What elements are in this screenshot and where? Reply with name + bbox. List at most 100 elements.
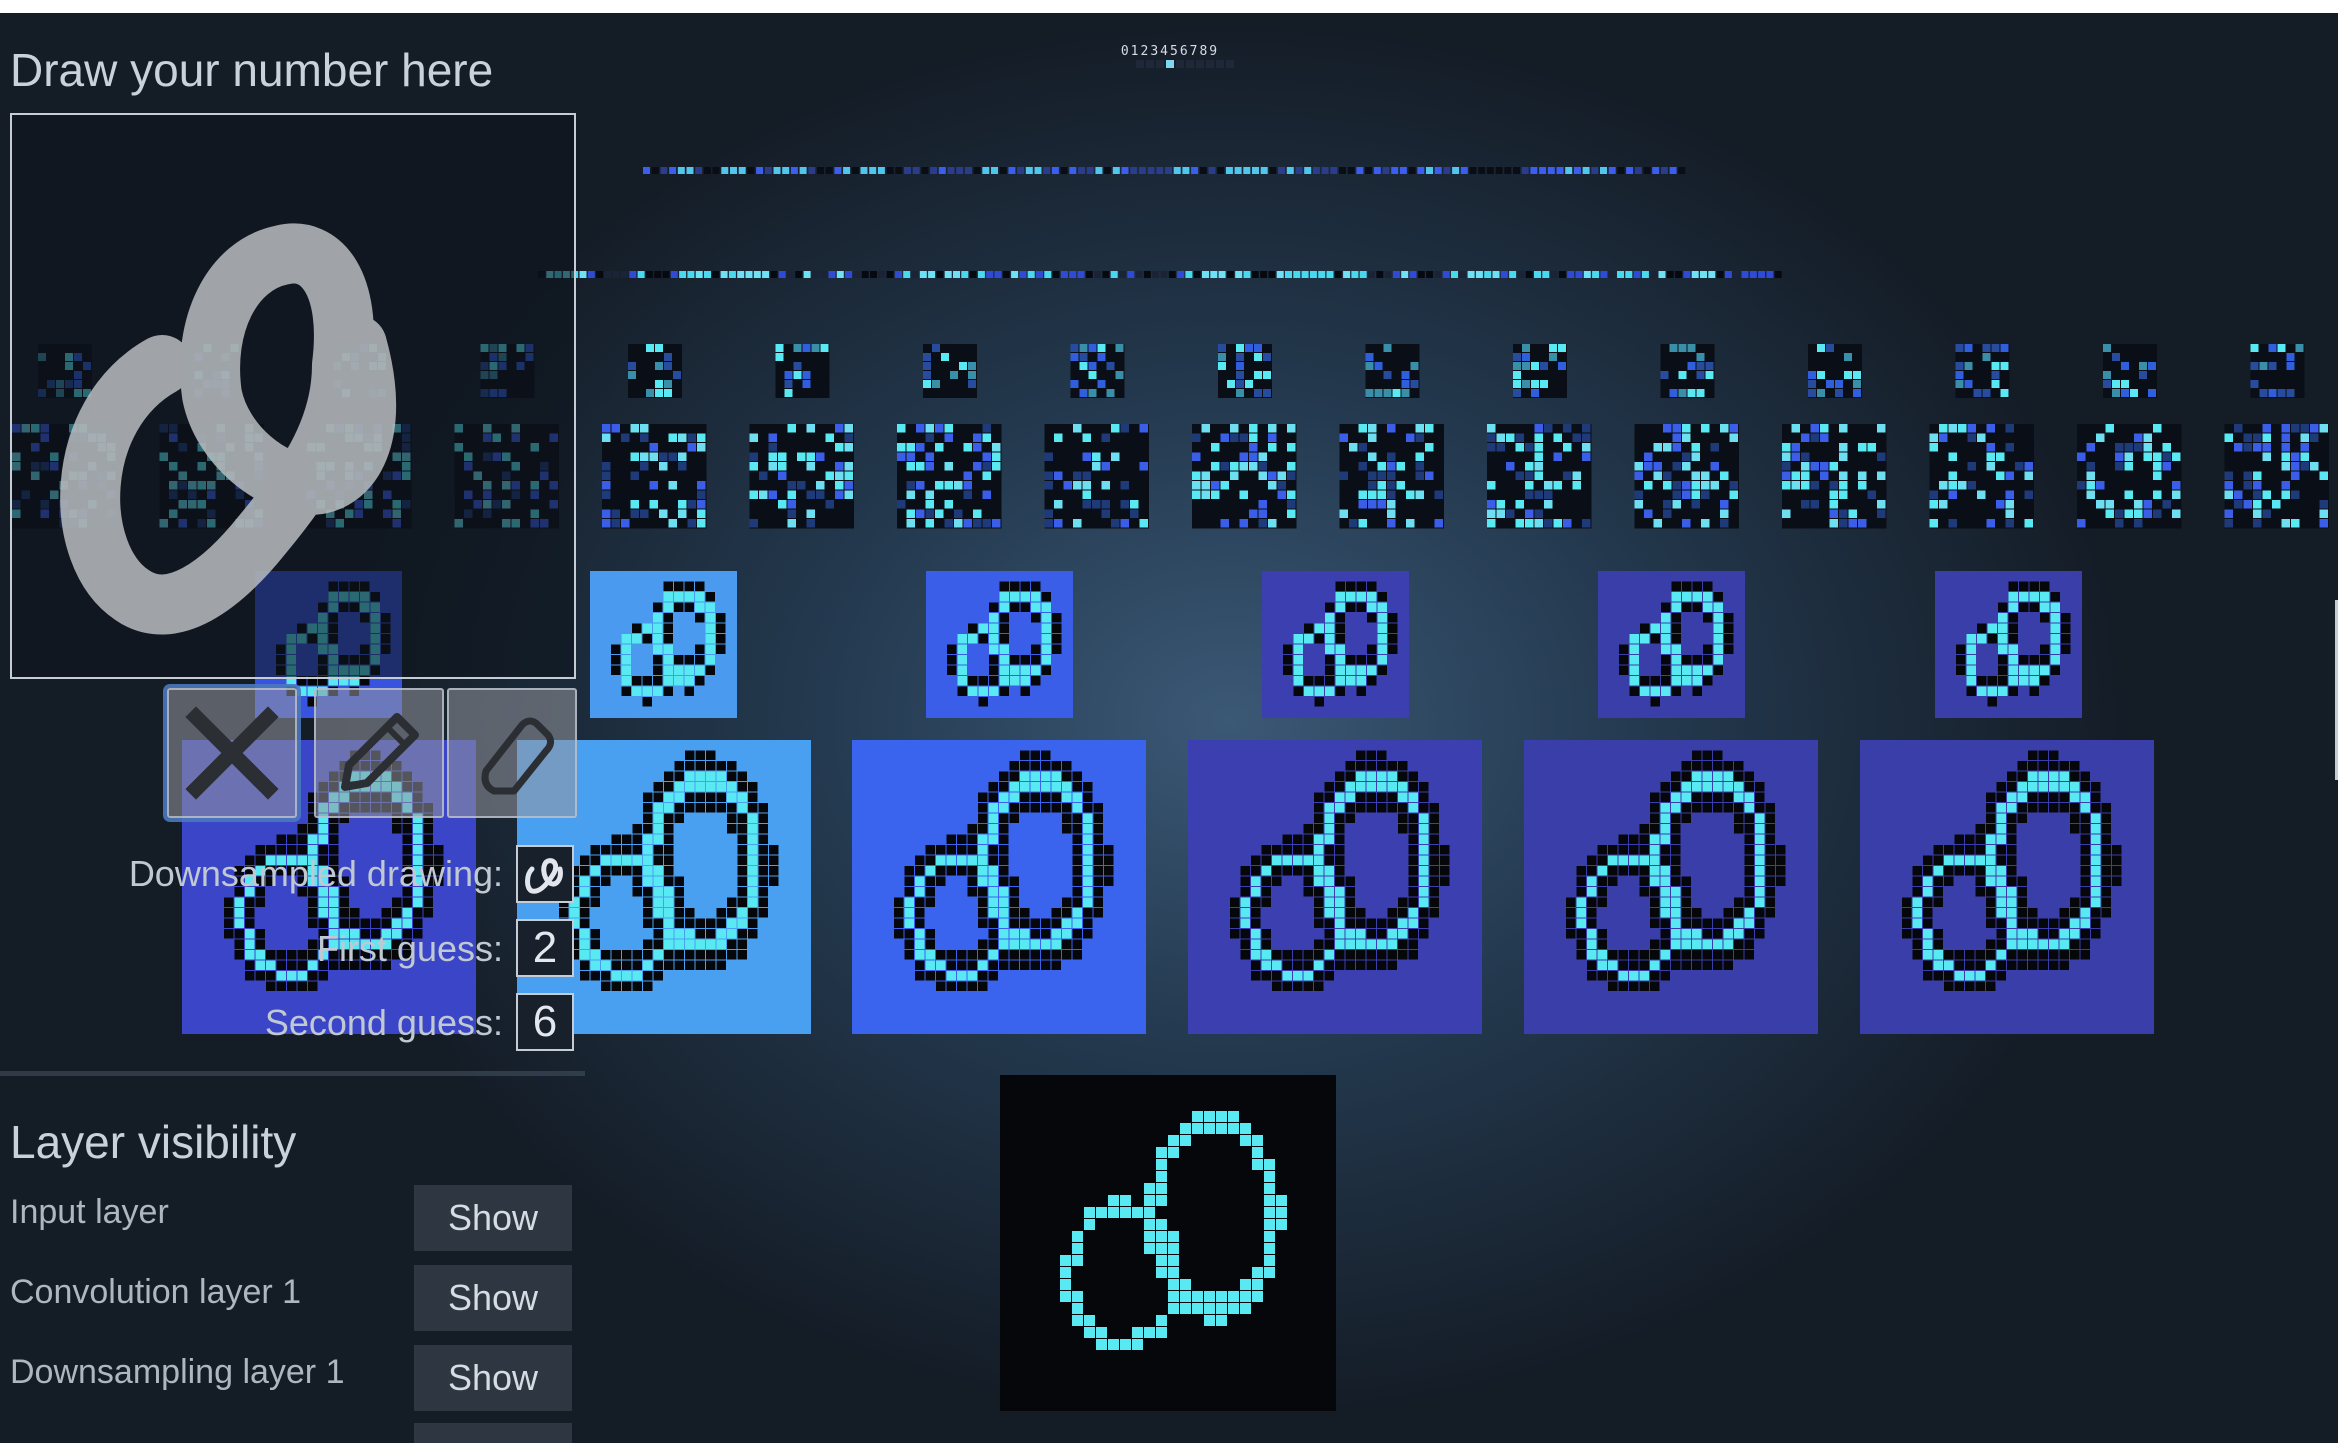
ds2-map [923,344,977,398]
fc1-neuron [1460,167,1468,174]
fc1-neuron [1530,167,1538,174]
fc1-neuron [1582,167,1590,174]
fc2-neuron [936,271,944,278]
show-ds1-layer-button[interactable]: Show [414,1345,572,1411]
input-layer-map [1000,1075,1336,1411]
fc2-neuron [1525,271,1533,278]
drawing-canvas[interactable] [10,113,576,679]
pencil-icon [341,713,419,791]
fc2-neuron [778,271,786,278]
show-input-layer-button[interactable]: Show [414,1185,572,1251]
fc1-neuron [1434,167,1442,174]
first-guess-label: First guess: [316,928,503,969]
fc2-neuron [728,271,736,278]
show-conv1-layer-button[interactable]: Show [414,1265,572,1331]
fc1-neuron [1678,167,1686,174]
fc2-neuron [886,271,894,278]
fc1-neuron [703,167,711,174]
fc2-neuron [1392,271,1400,278]
fc2-neuron [1691,271,1699,278]
fc1-neuron [851,167,859,174]
fc1-neuron [1069,167,1077,174]
clear-button[interactable] [167,688,297,818]
fc2-neuron [1376,271,1384,278]
fc2-neuron [1633,271,1641,278]
layer-visibility-title: Layer visibility [10,1116,297,1168]
fc2-neuron [1666,271,1674,278]
fc2-neuron [1202,271,1209,278]
control-panel: Draw your number here Downsampled drawin… [0,13,585,1443]
fc2-neuron [1401,271,1409,278]
fc1-neuron [1295,167,1303,174]
fc1-neuron [1626,167,1634,174]
fc2-neuron [1700,271,1707,278]
fc1-neuron [808,167,816,174]
fc2-neuron [986,271,994,278]
fc1-neuron [1304,167,1312,174]
fc1-neuron [1556,167,1564,174]
fc2-neuron [720,271,728,278]
conv1-map [1860,740,2154,1034]
fc2-neuron [994,271,1002,278]
eraser-button[interactable] [447,688,577,818]
fc2-neuron [803,271,811,278]
fc2-neuron [1052,271,1060,278]
fc1-neuron [1417,167,1425,174]
fc2-neuron [1749,271,1757,278]
conv2-map [1192,424,1297,529]
fc2-neuron [1235,271,1243,278]
fc1-neuron [886,167,894,174]
fc2-neuron [911,271,919,278]
fc2-neuron [1135,271,1143,278]
fc1-neuron [1095,167,1103,174]
fc2-neuron [1384,271,1392,278]
section-divider [0,1071,585,1076]
output-neuron [1176,60,1184,68]
fc1-neuron [643,167,650,174]
fc1-neuron [1025,167,1033,174]
conv2-map [602,424,707,529]
fc2-neuron [704,271,711,278]
second-guess-value: 6 [516,993,574,1051]
fc2-neuron [1243,271,1251,278]
fc1-neuron [782,167,790,174]
fc2-neuron [1558,271,1566,278]
fc1-neuron [712,167,720,174]
fc2-neuron [811,271,819,278]
conv2-map [2077,424,2182,529]
ds1-map [1598,571,1745,718]
fc1-neuron [1252,167,1259,174]
fc1-neuron [1121,167,1129,174]
input-map [1000,1075,1336,1411]
fc1-neuron [1486,167,1494,174]
fc1-neuron [1573,167,1581,174]
next-show-button[interactable] [414,1423,572,1443]
ds2-map [2250,344,2305,398]
fc1-neuron [1469,167,1477,174]
ds2-map [1513,344,1567,398]
layer-label-conv1: Convolution layer 1 [10,1273,302,1311]
fc2-neuron [1160,271,1168,278]
fc1-neuron [721,167,729,174]
fc2-neuron [1575,271,1583,278]
fc2-neuron [1077,271,1085,278]
fc2-neuron [944,271,952,278]
fc2-neuron [961,271,969,278]
fc1-neuron [1330,167,1338,174]
fc2-neuron [845,271,853,278]
fc1-neuron [1060,167,1068,174]
downsampled-label: Downsampled drawing: [128,853,503,894]
fc1-neuron [1443,167,1451,174]
fc1-neuron [1286,167,1294,174]
output-neuron [1166,60,1174,68]
fc1-neuron [1269,167,1277,174]
pencil-button[interactable] [314,688,444,818]
fc1-neuron [1669,167,1677,174]
fc2-neuron [1774,271,1782,278]
fc2-neuron [969,271,977,278]
fc2-neuron [745,271,753,278]
fc2-neuron [1417,271,1425,278]
fc1-neuron [1165,167,1172,174]
fc2-neuron [1434,271,1442,278]
fc2-neuron [878,271,886,278]
